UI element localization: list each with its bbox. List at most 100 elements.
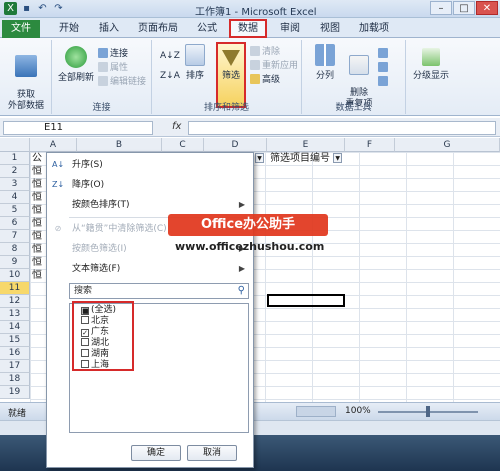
cell-e1[interactable]: 筛选项目编号 ▼ — [270, 152, 343, 165]
menu-sort-ascending[interactable]: A↓ 升序(S) — [47, 155, 253, 175]
menu-text-filters[interactable]: 文本筛选(F) ▶ — [47, 259, 253, 279]
row-header[interactable]: 9 — [0, 256, 30, 269]
row-header[interactable]: 1 — [0, 152, 30, 165]
filter-search-input[interactable]: 搜索 ⚲ — [69, 283, 249, 299]
row-header[interactable]: 13 — [0, 308, 30, 321]
status-ready: 就绪 — [8, 409, 27, 419]
tab-view[interactable]: 视图 — [313, 21, 347, 37]
filter-button[interactable]: 筛选 — [216, 42, 246, 108]
filter-item[interactable]: 湖南 — [81, 349, 109, 360]
zoom-level[interactable]: 100% — [345, 406, 371, 416]
properties-button[interactable]: 属性 — [98, 62, 128, 75]
filter-item[interactable]: 北京 — [81, 316, 109, 327]
checkbox-checked-icon[interactable]: ✓ — [81, 329, 89, 337]
row-header-active[interactable]: 11 — [0, 282, 30, 295]
ok-button[interactable]: 确定 — [131, 445, 181, 461]
row-header[interactable]: 8 — [0, 243, 30, 256]
filter-item-select-all[interactable]: ■ (全选) — [81, 305, 116, 316]
menu-sort-by-color[interactable]: 按颜色排序(T) ▶ — [47, 195, 253, 215]
edit-links-button[interactable]: 编辑链接 — [98, 76, 146, 89]
cell-a10[interactable]: 恒 — [32, 269, 42, 282]
sort-button[interactable]: 排序 — [182, 44, 208, 81]
cell-a6[interactable]: 恒 — [32, 217, 42, 230]
chevron-down-icon[interactable]: ▼ — [333, 153, 343, 163]
cell-a8[interactable]: 恒 — [32, 243, 42, 256]
row-header[interactable]: 19 — [0, 386, 30, 399]
formula-input[interactable] — [188, 121, 496, 135]
row-header[interactable]: 5 — [0, 204, 30, 217]
tab-home[interactable]: 开始 — [52, 21, 86, 37]
cell-a4[interactable]: 恒 — [32, 191, 42, 204]
data-validation-button[interactable] — [378, 48, 390, 61]
minimize-icon[interactable]: – — [430, 1, 452, 15]
filter-dropdown-d1[interactable]: ▼ — [255, 152, 264, 165]
row-header[interactable]: 15 — [0, 334, 30, 347]
column-header[interactable]: A — [30, 138, 77, 152]
name-box[interactable]: E11 — [3, 121, 153, 135]
tab-review[interactable]: 审阅 — [273, 21, 307, 37]
row-header[interactable]: 14 — [0, 321, 30, 334]
zoom-slider-thumb[interactable] — [426, 406, 430, 417]
column-header[interactable]: C — [162, 138, 204, 152]
row-header[interactable]: 17 — [0, 360, 30, 373]
view-buttons[interactable] — [296, 406, 336, 417]
connections-button[interactable]: 连接 — [98, 48, 128, 61]
tab-page-layout[interactable]: 页面布局 — [133, 21, 183, 37]
checkbox-icon[interactable] — [81, 349, 89, 357]
undo-icon[interactable]: ↶ — [36, 2, 49, 15]
redo-icon[interactable]: ↷ — [52, 2, 65, 15]
save-icon[interactable]: ▪ — [20, 2, 33, 15]
filter-item[interactable]: ✓ 广东 — [81, 327, 109, 338]
row-header[interactable]: 7 — [0, 230, 30, 243]
column-header[interactable]: D — [204, 138, 267, 152]
row-header[interactable]: 2 — [0, 165, 30, 178]
cell-a1[interactable]: 公 — [32, 152, 42, 165]
outline-button[interactable]: 分级显示 — [408, 48, 454, 81]
cancel-button[interactable]: 取消 — [187, 445, 237, 461]
reapply-button[interactable]: 重新应用 — [250, 60, 298, 73]
menu-sort-descending[interactable]: Z↓ 降序(O) — [47, 175, 253, 195]
row-header[interactable]: 4 — [0, 191, 30, 204]
row-header[interactable]: 10 — [0, 269, 30, 282]
selected-cell-e11[interactable] — [267, 294, 345, 307]
column-header[interactable]: G — [395, 138, 500, 152]
row-header[interactable]: 6 — [0, 217, 30, 230]
checkbox-icon[interactable] — [81, 316, 89, 324]
checkbox-icon[interactable] — [81, 360, 89, 368]
chevron-down-icon: ▼ — [255, 153, 264, 163]
filter-item[interactable]: 上海 — [81, 360, 109, 371]
cell-a9[interactable]: 恒 — [32, 256, 42, 269]
cell-a2[interactable]: 恒 — [32, 165, 42, 178]
cell-a5[interactable]: 恒 — [32, 204, 42, 217]
cell-a7[interactable]: 恒 — [32, 230, 42, 243]
row-header[interactable]: 12 — [0, 295, 30, 308]
row-header[interactable]: 16 — [0, 347, 30, 360]
tab-addins[interactable]: 加载项 — [352, 21, 396, 37]
row-header[interactable]: 18 — [0, 373, 30, 386]
column-header[interactable]: E — [267, 138, 345, 152]
close-icon[interactable]: ✕ — [476, 1, 498, 15]
text-to-columns-button[interactable]: 分列 — [310, 44, 340, 81]
clear-button[interactable]: 清除 — [250, 46, 280, 59]
select-all-corner[interactable] — [0, 138, 30, 152]
tab-insert[interactable]: 插入 — [92, 21, 126, 37]
fx-label[interactable]: fx — [172, 121, 181, 132]
row-header[interactable]: 3 — [0, 178, 30, 191]
sort-ascending-button[interactable]: A↓Z — [160, 50, 180, 63]
tab-data[interactable]: 数据 — [229, 19, 267, 38]
column-header[interactable]: F — [345, 138, 395, 152]
filter-item[interactable]: 湖北 — [81, 338, 109, 349]
what-if-button[interactable] — [378, 76, 390, 89]
get-external-data-button[interactable]: 获取 外部数据 — [6, 44, 46, 112]
tab-file[interactable]: 文件 — [2, 20, 40, 38]
advanced-button[interactable]: 高级 — [250, 74, 280, 87]
refresh-all-button[interactable]: 全部刷新 — [56, 46, 96, 83]
column-header[interactable]: B — [77, 138, 162, 152]
maximize-icon[interactable]: □ — [453, 1, 475, 15]
sort-descending-button[interactable]: Z↓A — [160, 70, 180, 83]
checkbox-partial-icon[interactable]: ■ — [81, 307, 89, 315]
consolidate-button[interactable] — [378, 62, 390, 75]
cell-a3[interactable]: 恒 — [32, 178, 42, 191]
tab-formulas[interactable]: 公式 — [190, 21, 224, 37]
checkbox-icon[interactable] — [81, 338, 89, 346]
